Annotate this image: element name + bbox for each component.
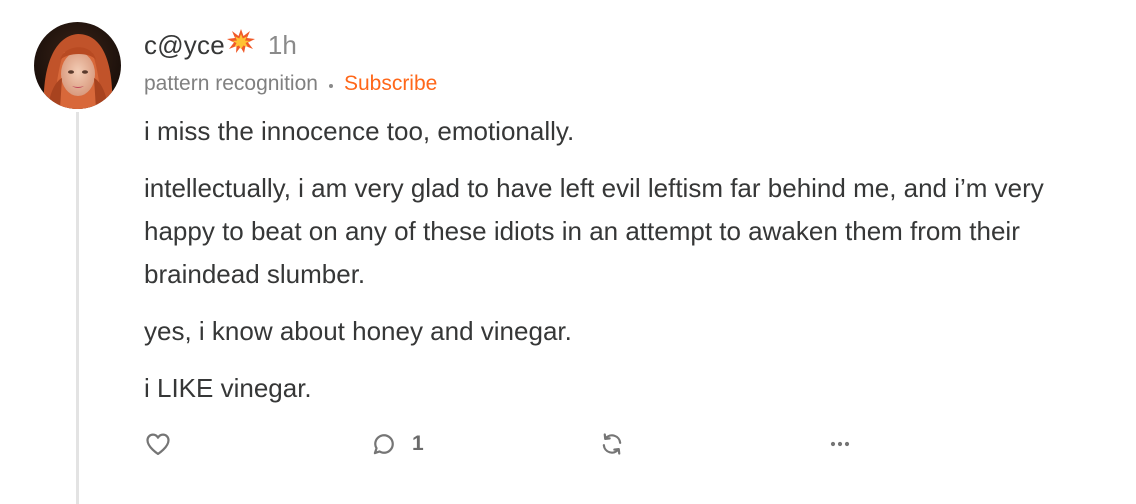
comment-paragraph: yes, i know about honey and vinegar. [144, 316, 572, 346]
comment-header: c@yce 1h [144, 28, 297, 61]
comment-paragraph: i LIKE vinegar. [144, 373, 312, 403]
restack-icon [602, 433, 622, 455]
thread-line [76, 112, 79, 504]
heart-icon [146, 433, 170, 456]
comment-actions: 1 [144, 424, 884, 464]
comment-paragraph: i miss the innocence too, emotionally. [144, 116, 575, 146]
author-name[interactable]: c@yce [144, 30, 225, 61]
avatar-image [34, 22, 121, 109]
timestamp[interactable]: 1h [268, 30, 297, 61]
comment-subline: pattern recognition Subscribe [144, 72, 437, 96]
restack-button[interactable] [598, 424, 626, 464]
reply-button[interactable]: 1 [370, 424, 424, 464]
like-button[interactable] [144, 424, 172, 464]
collision-icon [226, 28, 256, 54]
comment-icon [373, 434, 394, 455]
subscribe-button[interactable]: Subscribe [344, 72, 437, 96]
publication-link[interactable]: pattern recognition [144, 72, 318, 96]
more-icon [830, 441, 850, 447]
comment-paragraph: intellectually, i am very glad to have l… [144, 173, 1044, 289]
reply-count: 1 [412, 432, 424, 455]
more-button[interactable] [826, 424, 854, 464]
avatar[interactable] [34, 22, 121, 109]
separator-dot [328, 84, 333, 88]
comment-body: i miss the innocence too, emotionally. i… [144, 110, 1104, 424]
